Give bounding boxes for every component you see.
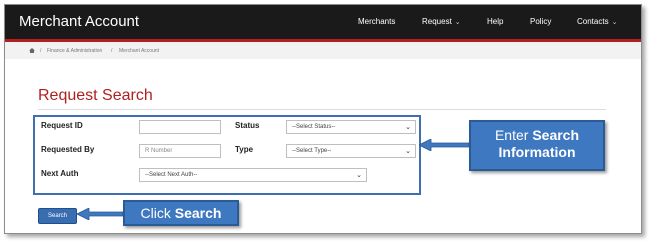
callout-enter-bold-search: Search [532, 127, 580, 143]
requested-by-label: Requested By [41, 145, 95, 154]
callout-enter-bold-information: Information [498, 144, 576, 160]
nav-contacts[interactable]: Contacts ⌄ [577, 17, 617, 26]
chevron-down-icon: ⌄ [405, 124, 411, 131]
type-label: Type [235, 145, 254, 154]
nav-contacts-label: Contacts [577, 17, 609, 26]
request-id-label: Request ID [41, 121, 83, 130]
home-icon[interactable] [29, 48, 35, 55]
page-title: Request Search [38, 87, 153, 104]
arrow-left-icon [419, 139, 469, 151]
type-select-value: --Select Type-- [292, 148, 332, 154]
app-frame: Merchant Account Merchants Request ⌄ Hel… [4, 4, 642, 234]
top-navbar: Merchant Account Merchants Request ⌄ Hel… [5, 5, 641, 42]
callout-enter-text: Enter [494, 127, 529, 143]
nav-merchants[interactable]: Merchants [358, 17, 395, 26]
nav-merchants-label: Merchants [358, 17, 396, 26]
type-select[interactable]: --Select Type-- ⌄ [286, 144, 416, 158]
callout-click-bold-search: Search [174, 205, 222, 221]
callout-click-text: Click [140, 205, 171, 221]
search-button[interactable]: Search [38, 208, 77, 224]
click-search-callout: Click Search [123, 200, 239, 226]
app-title[interactable]: Merchant Account [19, 13, 139, 30]
status-select-value: --Select Status-- [292, 124, 336, 130]
nav-policy[interactable]: Policy [530, 17, 551, 26]
next-auth-select-value: --Select Next Auth-- [145, 172, 198, 178]
chevron-down-icon: ⌄ [405, 148, 411, 155]
search-form-highlight: Request ID Status --Select Status-- ⌄ Re… [33, 115, 421, 195]
requested-by-placeholder: R Number [145, 148, 173, 154]
chevron-down-icon: ⌄ [454, 18, 461, 26]
nav-request[interactable]: Request ⌄ [422, 17, 461, 26]
chevron-down-icon: ⌄ [611, 18, 618, 26]
breadcrumb: / Finance & Administration / Merchant Ac… [5, 42, 641, 59]
breadcrumb-separator: / [111, 48, 113, 54]
nav-request-label: Request [422, 17, 452, 26]
nav-help[interactable]: Help [487, 17, 503, 26]
requested-by-input[interactable]: R Number [139, 144, 221, 158]
next-auth-select[interactable]: --Select Next Auth-- ⌄ [139, 168, 367, 182]
status-label: Status [235, 121, 260, 130]
nav-help-label: Help [487, 17, 504, 26]
chevron-down-icon: ⌄ [356, 172, 362, 179]
request-id-input[interactable] [139, 120, 221, 134]
enter-search-info-callout: Enter Search Information [469, 120, 605, 171]
breadcrumb-item-finance[interactable]: Finance & Administration [47, 48, 102, 54]
next-auth-label: Next Auth [41, 169, 79, 178]
divider [38, 109, 606, 110]
nav-policy-label: Policy [530, 17, 552, 26]
status-select[interactable]: --Select Status-- ⌄ [286, 120, 416, 134]
breadcrumb-item-merchant-account[interactable]: Merchant Account [119, 48, 159, 54]
arrow-left-icon [77, 208, 123, 220]
breadcrumb-separator: / [40, 48, 42, 54]
